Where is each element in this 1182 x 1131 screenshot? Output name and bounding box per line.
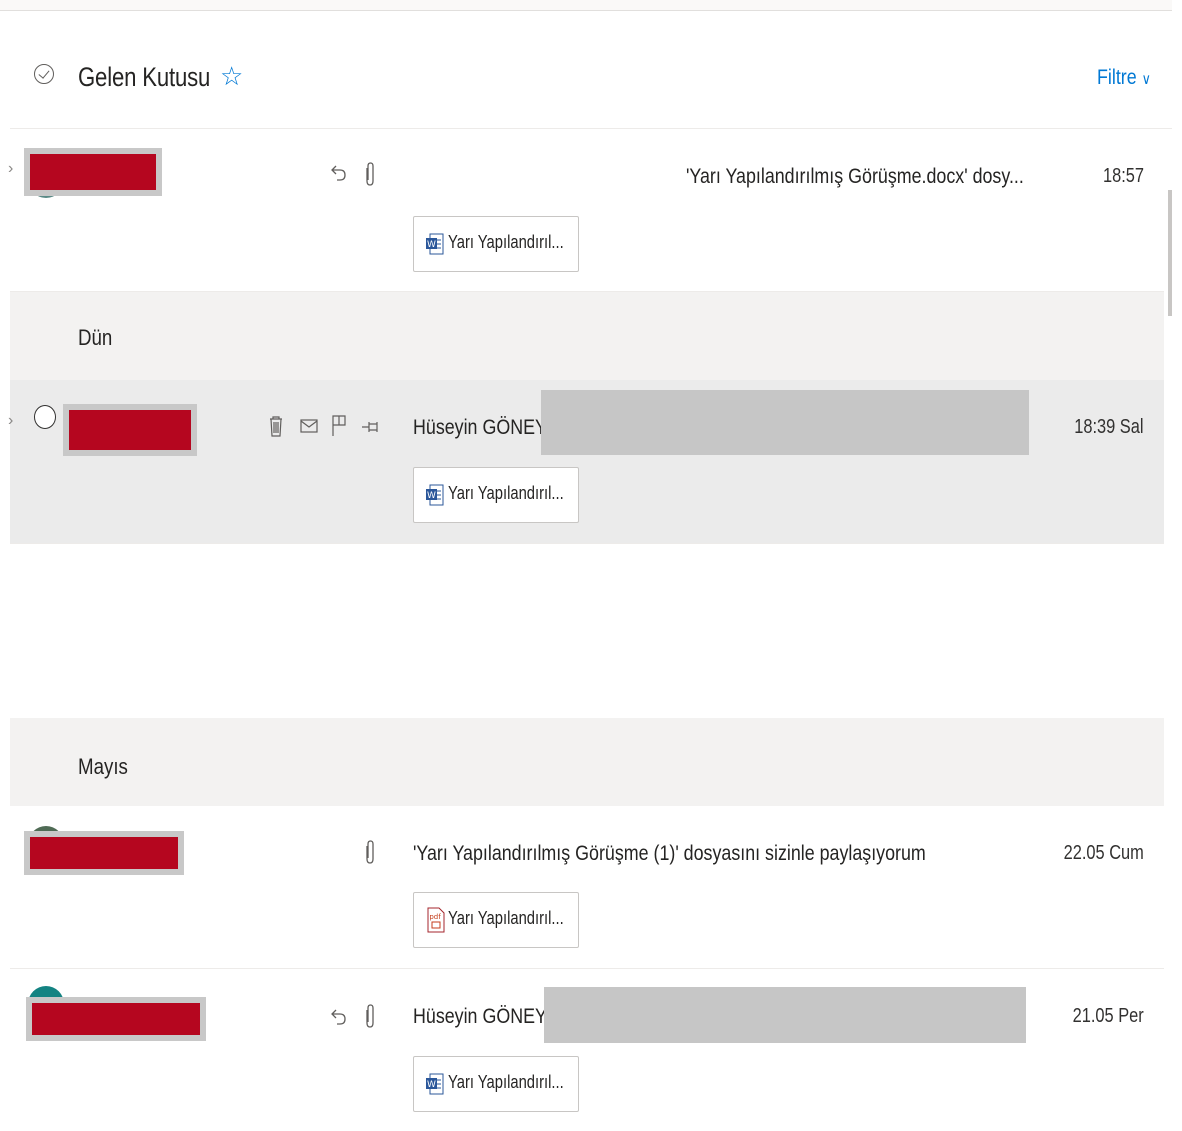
- folder-title: Gelen Kutusu: [78, 62, 211, 92]
- svg-text:pdf: pdf: [429, 913, 441, 921]
- word-file-icon: W: [426, 233, 444, 255]
- date-group-label: Dün: [78, 325, 113, 350]
- word-file-icon: W: [426, 484, 444, 506]
- attachment-name: Yarı Yapılandırıl...: [448, 1072, 564, 1092]
- expand-chevron-icon[interactable]: ›: [8, 160, 13, 178]
- date-group-header: Dün: [10, 292, 1164, 380]
- redacted-sender: [24, 831, 184, 875]
- chevron-down-icon: ∨: [1141, 71, 1151, 88]
- svg-text:W: W: [427, 491, 436, 501]
- pdf-file-icon: pdf: [427, 907, 445, 933]
- attachment-chip[interactable]: pdf Yarı Yapılandırıl...: [413, 892, 579, 948]
- message-time: 22.05 Cum: [1063, 842, 1144, 864]
- select-all-checkbox-icon[interactable]: [34, 64, 54, 84]
- redacted-subject: [544, 987, 1026, 1043]
- filter-button[interactable]: Filtre ∨: [1097, 66, 1151, 90]
- attachment-chip[interactable]: W Yarı Yapılandırıl...: [413, 1056, 579, 1112]
- redacted-sender: [24, 148, 162, 196]
- sender-name: Hüseyin GÖNEY: [413, 416, 547, 439]
- redacted-sender: [63, 404, 197, 456]
- filter-label: Filtre: [1097, 66, 1137, 89]
- word-file-icon: W: [426, 1073, 444, 1095]
- pin-icon[interactable]: [361, 419, 381, 440]
- message-time: 18:39 Sal: [1074, 416, 1144, 438]
- attachment-name: Yarı Yapılandırıl...: [448, 483, 564, 503]
- svg-text:W: W: [427, 240, 436, 250]
- scrollbar[interactable]: [1168, 190, 1172, 316]
- date-group-label: Mayıs: [78, 754, 128, 779]
- message-subject: 'Yarı Yapılandırılmış Görüşme (1)' dosya…: [413, 842, 926, 865]
- date-group-header: Mayıs: [10, 718, 1164, 806]
- paperclip-icon: [364, 162, 376, 193]
- svg-text:W: W: [427, 1080, 436, 1090]
- redacted-sender: [26, 997, 206, 1041]
- top-bar: [0, 0, 1172, 11]
- mark-read-icon[interactable]: [300, 418, 318, 439]
- select-message-checkbox[interactable]: [34, 405, 56, 429]
- sender-name: Hüseyin GÖNEY: [413, 1005, 547, 1028]
- message-subject: 'Yarı Yapılandırılmış Görüşme.docx' dosy…: [686, 165, 1024, 188]
- flag-icon[interactable]: [331, 414, 347, 443]
- expand-chevron-icon[interactable]: ›: [8, 412, 13, 430]
- delete-icon[interactable]: [268, 414, 284, 443]
- attachment-name: Yarı Yapılandırıl...: [448, 908, 564, 928]
- attachment-chip[interactable]: W Yarı Yapılandırıl...: [413, 467, 579, 523]
- message-row[interactable]: [10, 130, 1164, 292]
- attachment-name: Yarı Yapılandırıl...: [448, 232, 564, 252]
- reply-icon[interactable]: [330, 162, 348, 189]
- favorite-star-icon[interactable]: ☆: [220, 58, 243, 94]
- attachment-chip[interactable]: W Yarı Yapılandırıl...: [413, 216, 579, 272]
- paperclip-icon: [364, 840, 376, 871]
- redacted-subject: [541, 390, 1029, 455]
- paperclip-icon: [364, 1004, 376, 1035]
- message-time: 18:57: [1102, 165, 1144, 187]
- reply-icon[interactable]: [330, 1006, 348, 1033]
- message-time: 21.05 Per: [1072, 1005, 1144, 1027]
